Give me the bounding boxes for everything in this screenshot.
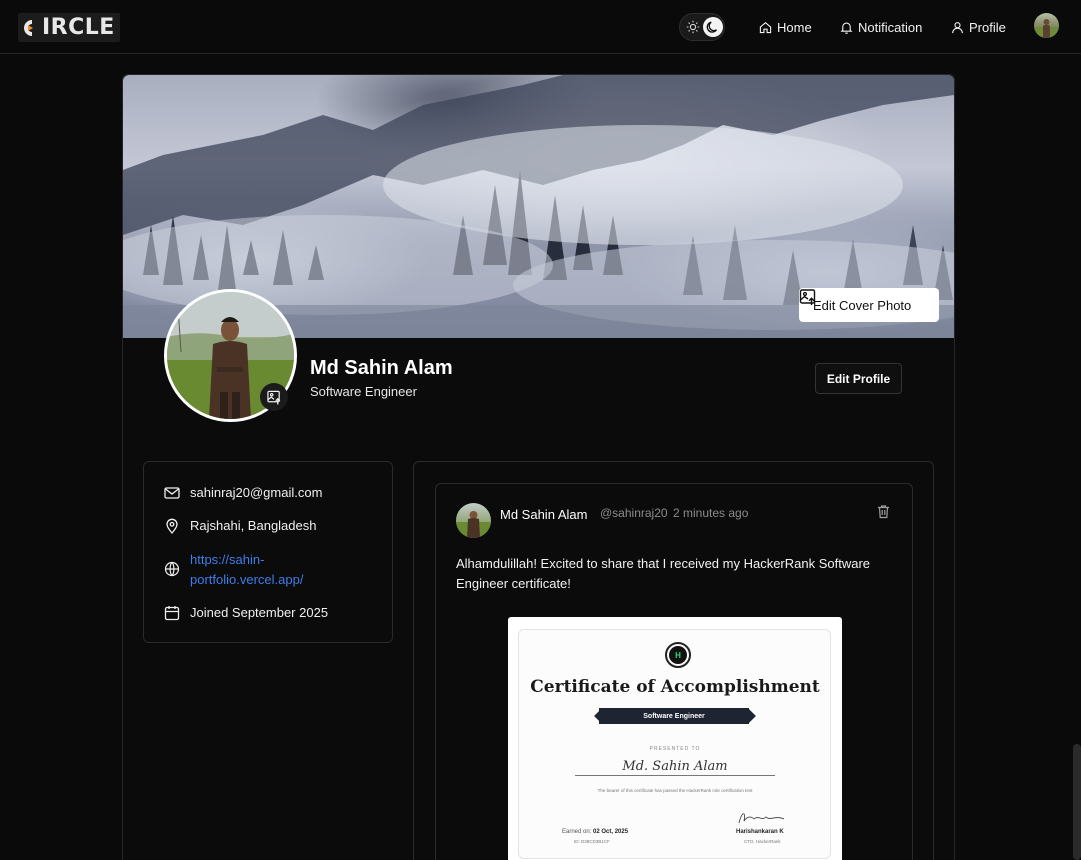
certificate-presented-to: PRESENTED TO [649, 746, 701, 752]
edit-profile-button[interactable]: Edit Profile [815, 363, 902, 394]
post-author-name[interactable]: Md Sahin Alam [500, 507, 587, 522]
info-website-line2: portfolio.vercel.app/ [190, 572, 304, 587]
nav-profile-link[interactable]: Profile [951, 18, 1006, 36]
calendar-icon [164, 606, 180, 621]
certificate-ribbon: Software Engineer [599, 708, 749, 724]
user-avatar[interactable] [1034, 13, 1059, 38]
info-location: Rajshahi, Bangladesh [190, 518, 317, 533]
nav-home-link[interactable]: Home [759, 18, 812, 36]
earned-label: Earned on: [562, 829, 592, 835]
profile-name: Md Sahin Alam [310, 357, 453, 379]
info-joined-row: Joined September 2025 [164, 605, 328, 621]
certificate-earned: Earned on: 02 Oct, 2025 [562, 829, 628, 835]
mail-icon [164, 487, 180, 499]
certificate-id: ID: D38CD3B1CF [574, 839, 610, 844]
globe-icon [164, 561, 180, 577]
nav-profile-label: Profile [969, 19, 1006, 35]
signature-icon [738, 813, 785, 824]
map-pin-icon [166, 518, 178, 534]
edit-cover-label: Edit Cover Photo [813, 297, 912, 313]
certificate-title: Certificate of Accomplishment [530, 677, 820, 697]
cert-logo-mark: H [669, 646, 687, 664]
user-icon [952, 21, 963, 33]
edit-cover-photo-button[interactable]: Edit Cover Photo [799, 288, 939, 322]
post-timestamp: 2 minutes ago [673, 506, 749, 520]
info-joined: Joined September 2025 [190, 605, 329, 620]
post-text: Alhamdulillah! Excited to share that I r… [456, 556, 871, 591]
post-card: Md Sahin Alam @sahinraj20 2 minutes ago … [435, 483, 913, 860]
moon-toggle[interactable] [703, 17, 723, 37]
trash-icon[interactable] [876, 504, 891, 519]
avatar-photo [1034, 19, 1059, 38]
certificate-recipient: Md. Sahin Alam [575, 759, 775, 776]
app-logo[interactable]: IRCLE [18, 13, 120, 42]
post-author-handle[interactable]: @sahinraj20 [600, 506, 668, 520]
bell-icon [840, 21, 853, 34]
post-author-avatar[interactable] [456, 503, 491, 538]
change-avatar-button[interactable] [260, 383, 288, 411]
home-icon [759, 21, 772, 33]
image-upload-icon [266, 390, 280, 405]
info-location-row: Rajshahi, Bangladesh [164, 518, 316, 534]
earned-date: 02 Oct, 2025 [593, 829, 629, 835]
info-website-row: https://sahin- portfolio.vercel.app/ [164, 550, 303, 590]
profile-info-card: sahinraj20@gmail.com Rajshahi, Banglades… [143, 461, 393, 643]
logo-mark-icon [24, 19, 33, 36]
moon-icon [706, 21, 718, 33]
nav-notification-link[interactable]: Notification [840, 18, 922, 36]
posts-feed: Md Sahin Alam @sahinraj20 2 minutes ago … [413, 461, 934, 860]
logo-text: IRCLE [42, 14, 115, 40]
certificate-signer: Harishankaran K [736, 829, 784, 835]
nav-home-label: Home [777, 19, 812, 35]
info-website-link[interactable]: https://sahin- portfolio.vercel.app/ [190, 550, 303, 590]
info-email: sahinraj20@gmail.com [190, 485, 323, 500]
info-website-line1: https://sahin- [190, 552, 265, 567]
profile-role: Software Engineer [310, 384, 417, 399]
hackerrank-logo: H [665, 642, 691, 668]
certificate-description: The bearer of this certificate has passe… [597, 788, 753, 793]
post-avatar-photo [456, 511, 491, 538]
post-image-certificate[interactable]: H Certificate of Accomplishment Software… [508, 617, 842, 860]
image-upload-icon [799, 289, 816, 305]
info-email-row: sahinraj20@gmail.com [164, 485, 322, 501]
sun-icon[interactable] [686, 20, 700, 34]
top-navbar: IRCLE Home Notification Profile [0, 0, 1081, 54]
nav-notification-label: Notification [858, 19, 923, 35]
certificate-signer-role: CTO, HackerRank [744, 839, 781, 844]
theme-toggle[interactable] [679, 13, 725, 41]
page-scrollbar[interactable] [1073, 744, 1081, 860]
